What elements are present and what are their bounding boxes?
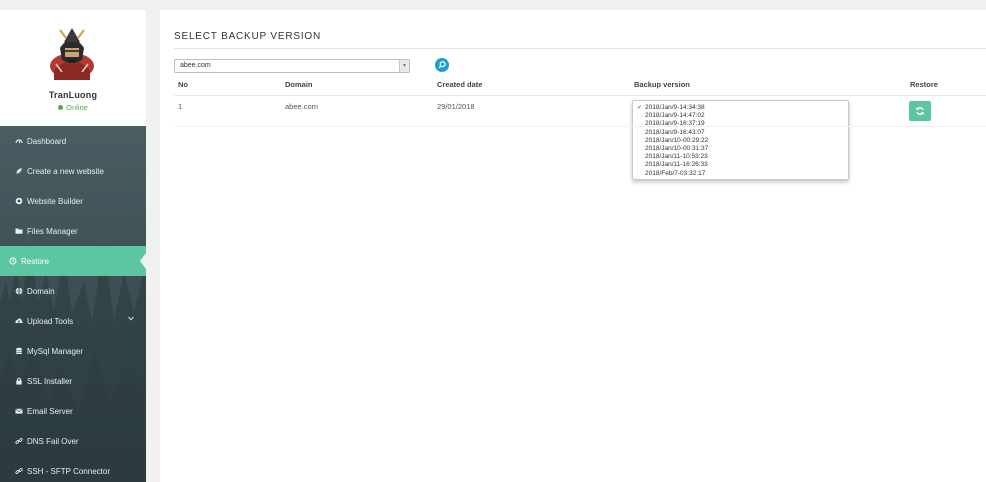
- domain-select-value: abee.com: [180, 62, 211, 69]
- version-option[interactable]: ✓ 2018/Jan/9-14:34:38: [633, 104, 848, 112]
- search-icon: [438, 61, 446, 69]
- sidebar-item-label: MySql Manager: [27, 346, 84, 356]
- sidebar-item-create-website[interactable]: Create a new website: [0, 156, 146, 186]
- row-divider: [174, 126, 986, 127]
- version-option[interactable]: 2018/Feb/7-03:32:17: [633, 170, 848, 178]
- rocket-icon: [14, 167, 23, 176]
- sidebar-item-label: Files Manager: [27, 226, 78, 236]
- sidebar-item-label: Email Server: [27, 406, 73, 416]
- sidebar-item-domain[interactable]: Domain: [0, 276, 146, 306]
- version-option[interactable]: 2018/Jan/11-10:53:23: [633, 153, 848, 161]
- sidebar-item-label: SSL Installer: [27, 376, 73, 386]
- sidebar-item-label: Website Builder: [27, 196, 83, 206]
- sidebar-item-ssl-installer[interactable]: SSL Installer: [0, 366, 146, 396]
- upload-icon: [14, 317, 23, 326]
- app-window: TranLuong Online Dashboard Create a new …: [0, 0, 986, 482]
- sidebar-item-label: Domain: [27, 286, 55, 296]
- avatar[interactable]: [46, 26, 98, 80]
- link-icon: [14, 437, 23, 446]
- sidebar-item-upload-tools[interactable]: Upload Tools: [0, 306, 146, 336]
- sidebar-item-website-builder[interactable]: Website Builder: [0, 186, 146, 216]
- column-header-created-date: Created date: [437, 80, 483, 89]
- sidebar-item-dns-fail-over[interactable]: DNS Fail Over: [0, 426, 146, 456]
- sidebar-item-label: Restore: [21, 256, 50, 266]
- sidebar-item-ssh-sftp-connector[interactable]: SSH - SFTP Connector: [0, 456, 146, 482]
- sidebar-item-label: Dashboard: [27, 136, 67, 146]
- refresh-icon: [915, 107, 925, 115]
- builder-icon: [14, 197, 23, 206]
- sidebar-item-files-manager[interactable]: Files Manager: [0, 216, 146, 246]
- column-header-domain: Domain: [285, 80, 313, 89]
- sidebar-menu: Dashboard Create a new website Website B…: [0, 126, 146, 482]
- folder-icon: [14, 227, 23, 236]
- version-option[interactable]: 2018/Jan/9-14:47:02: [633, 112, 848, 120]
- sidebar-item-label: DNS Fail Over: [27, 436, 79, 446]
- restore-button[interactable]: [909, 101, 931, 121]
- version-option[interactable]: 2018/Jan/9-16:37:19: [633, 120, 848, 128]
- lock-icon: [14, 377, 23, 386]
- main-panel: SELECT BACKUP VERSION abee.com ▾ No Doma…: [160, 10, 986, 482]
- dashboard-icon: [14, 137, 23, 146]
- sidebar: TranLuong Online Dashboard Create a new …: [0, 10, 146, 482]
- cell-domain: abee.com: [285, 102, 318, 111]
- globe-icon: [14, 287, 23, 296]
- sidebar-item-label: Upload Tools: [27, 316, 74, 326]
- username: TranLuong: [48, 90, 98, 100]
- database-icon: [14, 347, 23, 356]
- sidebar-item-restore[interactable]: Restore: [0, 246, 146, 276]
- title-divider: [174, 48, 986, 49]
- status-label: Online: [66, 103, 88, 112]
- cell-no: 1: [178, 102, 183, 111]
- restore-icon: [8, 257, 17, 266]
- sidebar-item-label: Create a new website: [27, 166, 104, 176]
- column-header-backup-version: Backup version: [634, 80, 690, 89]
- envelope-icon: [14, 407, 23, 416]
- version-option[interactable]: 2018/Jan/10-00:31:37: [633, 145, 848, 153]
- link-icon: [14, 467, 23, 476]
- sidebar-item-dashboard[interactable]: Dashboard: [0, 126, 146, 156]
- dropdown-arrow-icon[interactable]: ▾: [399, 60, 409, 72]
- backup-version-listbox[interactable]: ✓ 2018/Jan/9-14:34:38 2018/Jan/9-14:47:02…: [632, 100, 849, 180]
- version-option[interactable]: 2018/Jan/11-16:26:33: [633, 161, 848, 169]
- column-header-restore: Restore: [910, 80, 938, 89]
- domain-select[interactable]: abee.com ▾: [174, 59, 410, 73]
- search-button[interactable]: [435, 58, 449, 72]
- page-title: SELECT BACKUP VERSION: [174, 31, 322, 42]
- sidebar-item-label: SSH - SFTP Connector: [27, 466, 110, 476]
- chevron-down-icon[interactable]: [128, 316, 134, 323]
- version-option[interactable]: 2018/Jan/10-00:29:22: [633, 137, 848, 145]
- checkmark-icon: ✓: [637, 105, 643, 111]
- sidebar-item-mysql-manager[interactable]: MySql Manager: [0, 336, 146, 366]
- cell-created-date: 29/01/2018: [437, 102, 475, 111]
- version-option[interactable]: 2018/Jan/9-16:43:07: [633, 129, 848, 137]
- sidebar-item-email-server[interactable]: Email Server: [0, 396, 146, 426]
- header-divider: [174, 95, 986, 96]
- online-status: Online: [0, 103, 146, 112]
- status-dot-icon: [58, 105, 64, 110]
- user-profile: TranLuong Online: [0, 10, 146, 126]
- column-header-no: No: [178, 80, 188, 89]
